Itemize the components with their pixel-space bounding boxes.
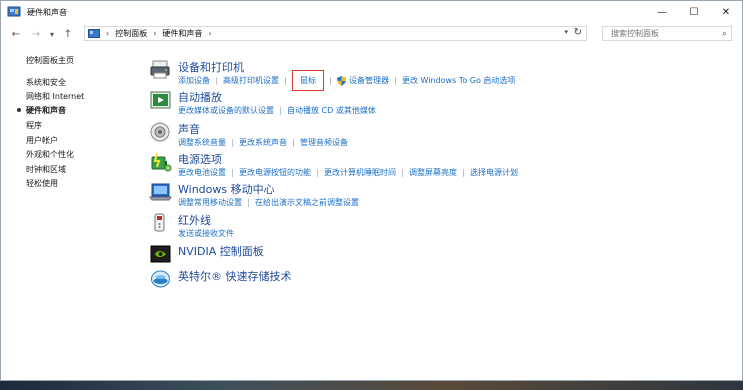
category-title[interactable]: NVIDIA 控制面板 xyxy=(178,243,264,259)
infrared-icon xyxy=(154,213,165,232)
sidebar-item-hardware-sound[interactable]: 硬件和声音 xyxy=(26,105,66,116)
search-box[interactable]: ⌕ xyxy=(602,26,732,41)
screen-brightness-link[interactable]: 调整屏幕亮度 xyxy=(409,167,457,178)
add-device-link[interactable]: 添加设备 xyxy=(178,75,210,86)
autoplay-cd-link[interactable]: 自动播放 CD 或其他媒体 xyxy=(287,105,376,116)
divider xyxy=(216,76,217,85)
category-title[interactable]: 英特尔® 快速存储技术 xyxy=(178,268,292,284)
manage-audio-devices-link[interactable]: 管理音频设备 xyxy=(300,137,348,148)
device-manager-link[interactable]: 设备管理器 xyxy=(349,75,389,86)
refresh-icon[interactable]: ↻ xyxy=(574,27,582,38)
power-button-link[interactable]: 更改电源按钮的功能 xyxy=(239,167,311,178)
nvidia-icon xyxy=(150,245,171,263)
divider xyxy=(463,168,464,177)
advanced-printer-setup-link[interactable]: 高级打印机设置 xyxy=(223,75,279,86)
printer-icon xyxy=(150,60,170,79)
window-controls: — ☐ ✕ xyxy=(646,1,742,23)
chevron-right-icon: › xyxy=(106,29,110,38)
media-default-settings-link[interactable]: 更改媒体或设备的默认设置 xyxy=(178,105,274,116)
sleep-time-link[interactable]: 更改计算机睡眠时间 xyxy=(324,167,396,178)
sidebar-item-ease-of-access[interactable]: 轻松使用 xyxy=(26,178,58,189)
battery-settings-link[interactable]: 更改电池设置 xyxy=(178,167,226,178)
category-links: 调整系统音量 更改系统声音 管理音频设备 xyxy=(178,137,348,148)
presentation-settings-link[interactable]: 在给出演示文稿之前调整设置 xyxy=(255,197,359,208)
divider xyxy=(285,76,286,85)
chevron-right-icon[interactable]: › xyxy=(208,29,211,38)
autoplay-icon xyxy=(150,91,171,109)
category-title[interactable]: 声音 xyxy=(178,121,200,137)
sidebar-item-clock-region[interactable]: 时钟和区域 xyxy=(26,164,66,175)
divider xyxy=(395,76,396,85)
back-button[interactable]: ← xyxy=(9,29,23,40)
chevron-down-icon[interactable]: ▾ xyxy=(564,28,568,36)
forward-button[interactable]: → xyxy=(29,29,43,40)
window-title: 硬件和声音 xyxy=(27,7,67,17)
category-title[interactable]: 红外线 xyxy=(178,212,211,228)
windows-to-go-link[interactable]: 更改 Windows To Go 启动选项 xyxy=(402,75,515,86)
sidebar-item-programs[interactable]: 程序 xyxy=(26,120,42,131)
divider xyxy=(280,106,281,115)
current-item-bullet xyxy=(17,108,21,112)
change-sounds-link[interactable]: 更改系统声音 xyxy=(239,137,287,148)
breadcrumb-control-panel[interactable]: 控制面板 xyxy=(115,28,147,39)
title-bar[interactable]: 硬件和声音 — ☐ ✕ xyxy=(1,1,742,23)
control-panel-icon xyxy=(88,28,100,38)
category-title[interactable]: 电源选项 xyxy=(178,151,222,167)
mobility-center-icon xyxy=(149,183,172,201)
intel-rst-icon xyxy=(151,270,170,288)
divider xyxy=(330,76,331,85)
sidebar-item-user-accounts[interactable]: 用户帐户 xyxy=(26,135,58,146)
category-title[interactable]: 设备和打印机 xyxy=(178,59,244,75)
address-bar[interactable]: › 控制面板 › 硬件和声音 › ▾ ↻ xyxy=(84,26,587,41)
category-title[interactable]: Windows 移动中心 xyxy=(178,181,275,197)
divider xyxy=(248,198,249,207)
search-input[interactable] xyxy=(611,29,711,38)
sidebar-home-link[interactable]: 控制面板主页 xyxy=(26,55,74,66)
address-row: ← → ▾ ↑ › 控制面板 › 硬件和声音 › ▾ ↻ ⌕ xyxy=(1,23,742,45)
category-links: 更改媒体或设备的默认设置 自动播放 CD 或其他媒体 xyxy=(178,105,376,116)
divider xyxy=(232,168,233,177)
power-options-icon xyxy=(151,152,172,172)
speaker-icon xyxy=(150,122,170,142)
category-title[interactable]: 自动播放 xyxy=(178,89,222,105)
minimize-button[interactable]: — xyxy=(646,1,678,23)
send-receive-files-link[interactable]: 发送或接收文件 xyxy=(178,228,234,239)
category-links: 更改电池设置 更改电源按钮的功能 更改计算机睡眠时间 调整屏幕亮度 选择电源计划 xyxy=(178,167,518,178)
control-panel-icon xyxy=(7,6,21,17)
up-button[interactable]: ↑ xyxy=(61,29,75,40)
mouse-link[interactable]: 鼠标 xyxy=(292,70,324,91)
uac-shield-icon xyxy=(337,75,346,86)
divider xyxy=(317,168,318,177)
divider xyxy=(293,138,294,147)
recent-locations-button[interactable]: ▾ xyxy=(45,30,59,39)
divider xyxy=(402,168,403,177)
sidebar-item-system-security[interactable]: 系统和安全 xyxy=(26,77,66,88)
sidebar-item-network[interactable]: 网络和 Internet xyxy=(26,91,84,102)
power-plan-link[interactable]: 选择电源计划 xyxy=(470,167,518,178)
search-icon[interactable]: ⌕ xyxy=(722,29,727,39)
close-button[interactable]: ✕ xyxy=(710,1,742,23)
control-panel-window: 硬件和声音 — ☐ ✕ ← → ▾ ↑ › 控制面板 › 硬件和声音 › ▾ ↻… xyxy=(0,0,743,381)
sidebar-item-appearance[interactable]: 外观和个性化 xyxy=(26,149,74,160)
breadcrumb-hardware-sound[interactable]: 硬件和声音 xyxy=(162,28,202,39)
chevron-right-icon[interactable]: › xyxy=(153,29,156,38)
category-links: 调整常用移动设置 在给出演示文稿之前调整设置 xyxy=(178,197,359,208)
divider xyxy=(232,138,233,147)
mobility-settings-link[interactable]: 调整常用移动设置 xyxy=(178,197,242,208)
desktop-background xyxy=(0,381,743,390)
adjust-volume-link[interactable]: 调整系统音量 xyxy=(178,137,226,148)
maximize-button[interactable]: ☐ xyxy=(678,1,710,23)
category-links: 发送或接收文件 xyxy=(178,228,234,239)
category-links: 添加设备 高级打印机设置 鼠标 设备管理器 更改 Windows To Go 启… xyxy=(178,70,515,91)
